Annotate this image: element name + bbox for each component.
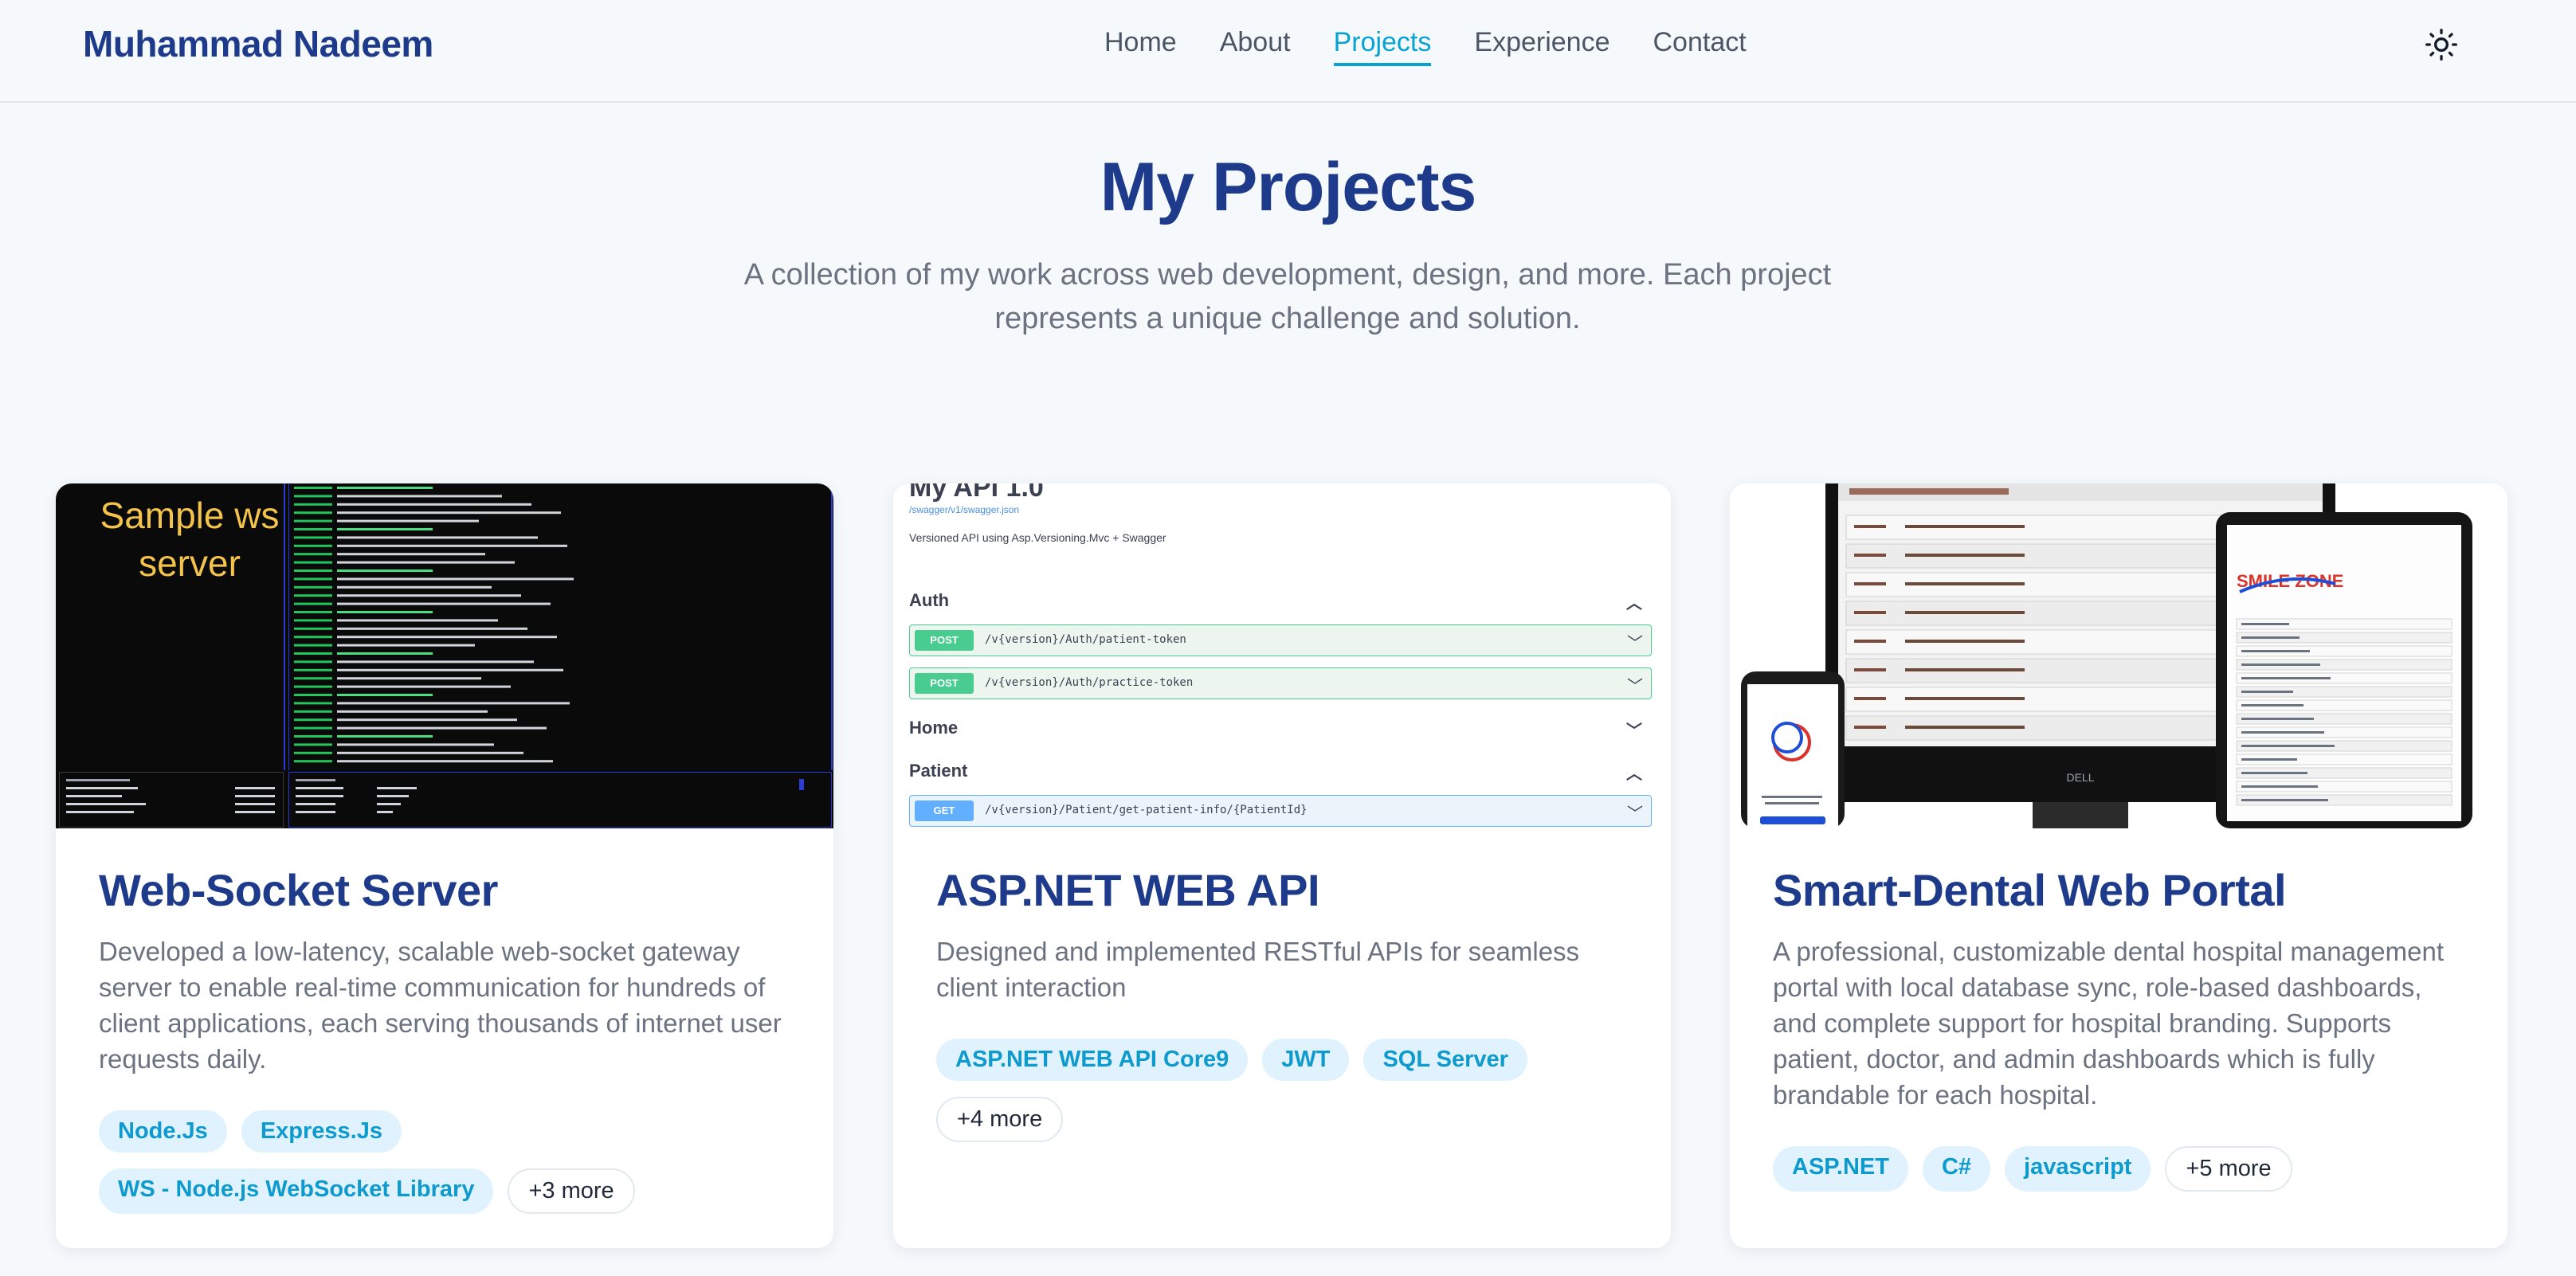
project-card-body: Web-Socket Server Developed a low-latenc… bbox=[99, 864, 790, 1214]
more-tags-button[interactable]: +5 more bbox=[2165, 1146, 2292, 1192]
project-card-body: Smart-Dental Web Portal A professional, … bbox=[1773, 864, 2464, 1192]
tech-tag: ASP.NET bbox=[1773, 1146, 1908, 1192]
terminal-log-panel bbox=[288, 483, 833, 770]
tech-tag: javascript bbox=[2005, 1146, 2151, 1192]
swagger-section-label: Auth bbox=[909, 590, 950, 610]
page-title: My Projects bbox=[1100, 149, 1477, 225]
swagger-section-label: Home bbox=[909, 718, 959, 738]
chevron-up-icon: ︿ bbox=[1626, 765, 1642, 783]
endpoint-path: /v{version}/Auth/practice-token bbox=[985, 676, 1194, 689]
swagger-section-auth: Auth ︿ bbox=[909, 590, 1650, 613]
swagger-section-home: Home ﹀ bbox=[909, 718, 1650, 740]
project-title[interactable]: Web-Socket Server bbox=[99, 864, 790, 916]
swagger-op-post: POST /v{version}/Auth/patient-token ﹀ bbox=[909, 624, 1652, 656]
tech-tags: Node.Js Express.Js WS - Node.js WebSocke… bbox=[99, 1110, 790, 1214]
project-image-swagger: My API 1.0 /swagger/v1/swagger.json Vers… bbox=[893, 483, 1671, 828]
nav-link-about[interactable]: About bbox=[1220, 27, 1291, 66]
project-title[interactable]: ASP.NET WEB API bbox=[936, 864, 1628, 916]
sun-icon bbox=[2425, 29, 2457, 61]
tech-tag: SQL Server bbox=[1363, 1039, 1527, 1081]
project-card-body: ASP.NET WEB API Designed and implemented… bbox=[936, 864, 1628, 1142]
project-title[interactable]: Smart-Dental Web Portal bbox=[1773, 864, 2464, 916]
project-card-smartdental[interactable]: DELL SMILE ZONE Smart-Dental Web Portal … bbox=[1730, 483, 2507, 1248]
endpoint-path: /v{version}/Patient/get-patient-info/{Pa… bbox=[985, 804, 1308, 816]
tech-tag: ASP.NET WEB API Core9 bbox=[936, 1039, 1249, 1081]
terminal-metadata-panel bbox=[288, 772, 832, 828]
chevron-down-icon: ﹀ bbox=[1627, 805, 1643, 823]
swagger-op-get: GET /v{version}/Patient/get-patient-info… bbox=[909, 795, 1652, 827]
http-method-badge: POST bbox=[915, 630, 974, 651]
terminal-log-lines bbox=[294, 487, 574, 763]
endpoint-path: /v{version}/Auth/patient-token bbox=[985, 633, 1186, 646]
nav-link-contact[interactable]: Contact bbox=[1653, 27, 1747, 66]
theme-toggle-button[interactable] bbox=[2424, 27, 2459, 62]
more-tags-button[interactable]: +4 more bbox=[936, 1097, 1064, 1142]
nav-link-experience[interactable]: Experience bbox=[1474, 27, 1610, 66]
project-card-webapi[interactable]: My API 1.0 /swagger/v1/swagger.json Vers… bbox=[893, 483, 1671, 1248]
swagger-section-patient: Patient ︿ bbox=[909, 761, 1650, 783]
swagger-api-title: My API 1.0 bbox=[909, 483, 1044, 503]
tech-tags: ASP.NET C# javascript +5 more bbox=[1773, 1146, 2464, 1192]
swagger-section-label: Patient bbox=[909, 761, 968, 781]
http-method-badge: POST bbox=[915, 673, 974, 694]
more-tags-button[interactable]: +3 more bbox=[508, 1168, 635, 1214]
tech-tag: C# bbox=[1922, 1146, 1991, 1192]
tech-tag: Express.Js bbox=[241, 1110, 402, 1153]
project-card-websocket[interactable]: Sample ws server Web-Socket Server Devel… bbox=[56, 483, 833, 1248]
monitor-brand-label: DELL bbox=[2066, 771, 2094, 784]
nav-link-home[interactable]: Home bbox=[1104, 27, 1177, 66]
nav-link-projects[interactable]: Projects bbox=[1333, 27, 1432, 66]
tech-tags: ASP.NET WEB API Core9 JWT SQL Server +4 … bbox=[936, 1039, 1628, 1142]
project-image-devices: DELL SMILE ZONE bbox=[1730, 483, 2507, 828]
tech-tag: JWT bbox=[1262, 1039, 1350, 1081]
tech-tag: Node.Js bbox=[99, 1110, 227, 1153]
project-description: Developed a low-latency, scalable web-so… bbox=[99, 937, 782, 1074]
terminal-overlay-text: Sample ws server bbox=[100, 495, 280, 584]
device-mockup-illustration: DELL SMILE ZONE bbox=[1741, 483, 2472, 828]
top-navbar: Muhammad Nadeem Home About Projects Expe… bbox=[0, 0, 2576, 103]
http-method-badge: GET bbox=[915, 800, 974, 821]
project-image-terminal: Sample ws server bbox=[56, 483, 833, 828]
swagger-op-post: POST /v{version}/Auth/practice-token ﹀ bbox=[909, 667, 1652, 699]
chevron-down-icon: ﹀ bbox=[1627, 678, 1643, 695]
project-description: Designed and implemented RESTful APIs fo… bbox=[936, 937, 1580, 1002]
tech-tag: WS - Node.js WebSocket Library bbox=[99, 1168, 494, 1214]
project-description: A professional, customizable dental hosp… bbox=[1773, 937, 2444, 1110]
brand-name[interactable]: Muhammad Nadeem bbox=[83, 22, 433, 65]
main-menu: Home About Projects Experience Contact bbox=[1104, 27, 1790, 66]
chevron-down-icon: ﹀ bbox=[1626, 722, 1642, 740]
page-subtitle: A collection of my work across web devel… bbox=[743, 258, 1832, 335]
swagger-api-description: Versioned API using Asp.Versioning.Mvc +… bbox=[909, 531, 1166, 544]
swagger-json-link: /swagger/v1/swagger.json bbox=[909, 504, 1020, 515]
chevron-down-icon: ﹀ bbox=[1627, 635, 1643, 652]
terminal-metrics-panel bbox=[59, 772, 284, 828]
chevron-up-icon: ︿ bbox=[1626, 595, 1642, 613]
